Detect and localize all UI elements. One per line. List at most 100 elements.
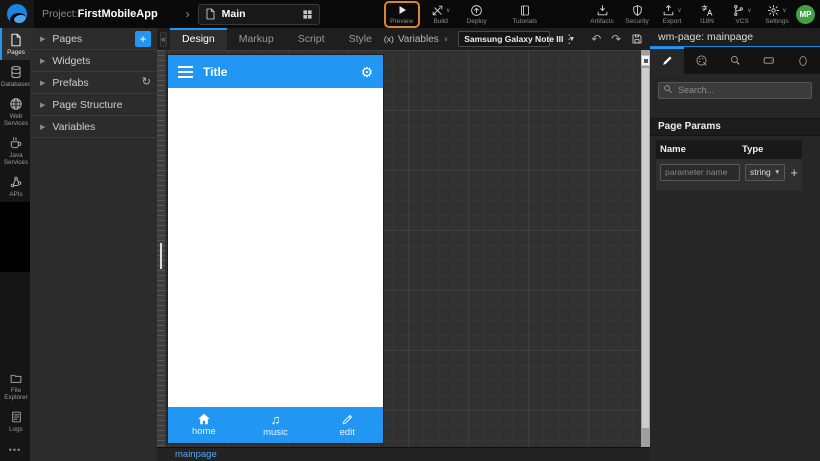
undo-button[interactable]: ↶	[586, 32, 606, 46]
collapse-left-panel-button[interactable]: «	[160, 31, 168, 47]
tab-outline[interactable]	[786, 47, 820, 74]
add-page-button[interactable]: +	[135, 30, 151, 47]
sidebar-item-databases[interactable]: Databases	[0, 60, 31, 92]
mobile-page-title[interactable]: Title	[203, 65, 360, 79]
properties-search	[650, 74, 820, 105]
add-parameter-button[interactable]: +	[790, 166, 798, 179]
tabbar-item-edit[interactable]: edit	[311, 407, 383, 443]
column-header-name: Name	[660, 143, 686, 155]
panel-section-prefabs[interactable]: ▶ Prefabs ↻	[30, 72, 157, 94]
pages-icon	[11, 33, 21, 47]
i18n-translate-icon	[701, 4, 713, 16]
sidebar-item-file-explorer[interactable]: File Explorer	[0, 367, 30, 405]
page-params-section-header: Page Params	[650, 117, 820, 136]
tab-script[interactable]: Script	[286, 28, 337, 50]
project-label: Project:	[42, 8, 78, 20]
sidebar-item-apis[interactable]: APIs	[0, 170, 30, 202]
panel-section-pages[interactable]: ▶ Pages +	[30, 28, 157, 50]
variables-dropdown[interactable]: (x) Variables ∨	[384, 34, 448, 45]
page-selector-value: Main	[221, 8, 246, 20]
tab-design[interactable]: Design	[170, 28, 227, 50]
triangle-right-icon: ▶	[40, 79, 46, 87]
panel-section-variables[interactable]: ▶ Variables	[30, 116, 157, 138]
scrollbar-top-button[interactable]	[641, 55, 650, 66]
sidebar-item-java-services[interactable]: Java Services	[0, 131, 30, 170]
panel-section-page-structure[interactable]: ▶ Page Structure	[30, 94, 157, 116]
page-file-icon	[206, 8, 215, 20]
settings-button[interactable]: ∨ Settings	[764, 4, 790, 25]
logs-document-icon	[11, 411, 21, 423]
panel-section-widgets[interactable]: ▶ Widgets	[30, 50, 157, 72]
tutorials-button[interactable]: Tutorials	[512, 4, 538, 25]
app-logo[interactable]	[0, 0, 34, 28]
deploy-button[interactable]: Deploy	[464, 4, 490, 25]
chevron-right-icon: ›	[185, 7, 190, 21]
tab-styles[interactable]	[684, 47, 718, 74]
mobile-tabbar-widget[interactable]: home ♫ music edit	[168, 407, 383, 443]
utility-group: Artifacts Security ∨ Export I18N ∨ VCS ∨…	[589, 4, 790, 25]
redo-button[interactable]: ↷	[606, 32, 626, 46]
build-tools-icon	[432, 5, 443, 15]
phone-mockup[interactable]: Title ⚙ home ♫ music edit	[168, 55, 383, 443]
chevron-down-icon: ∨	[782, 7, 787, 14]
tabbar-item-music[interactable]: ♫ music	[240, 407, 312, 443]
home-icon	[197, 413, 210, 425]
selected-widget-header: wm-page: mainpage	[650, 28, 820, 47]
tab-device[interactable]	[752, 47, 786, 74]
vcs-button[interactable]: ∨ VCS	[729, 4, 755, 25]
ruler-scrollbar-thumb[interactable]	[160, 243, 162, 269]
hamburger-menu-icon[interactable]	[178, 65, 193, 78]
tabbar-item-home[interactable]: home	[168, 407, 240, 443]
page-params-table: Name Type string ▼ +	[656, 139, 802, 190]
save-floppy-icon	[632, 34, 642, 44]
triangle-right-icon: ▶	[40, 123, 46, 131]
canvas-column: « Design Markup Script Style (x) Variabl…	[157, 28, 659, 461]
pencil-icon	[662, 56, 672, 65]
tutorials-book-icon	[520, 5, 529, 15]
column-header-type: Type	[742, 143, 764, 155]
tab-markup[interactable]: Markup	[227, 28, 286, 50]
sidebar-item-pages[interactable]: Pages	[0, 28, 30, 60]
search-icon	[663, 84, 673, 94]
page-selector[interactable]: Main	[197, 3, 320, 25]
build-button[interactable]: ∨ Build	[428, 4, 454, 25]
chevron-down-icon: ∨	[747, 7, 752, 14]
right-panel: wm-page: mainpage Search... Page Params …	[650, 28, 820, 461]
search-input[interactable]	[658, 81, 812, 99]
save-button[interactable]	[626, 33, 648, 45]
export-button[interactable]: ∨ Export	[659, 4, 685, 25]
design-canvas-grid[interactable]: Title ⚙ home ♫ music edit	[165, 50, 641, 447]
oval-outline-icon	[799, 55, 807, 66]
parameter-name-input[interactable]	[660, 163, 740, 181]
sidebar-item-logs[interactable]: Logs	[0, 405, 30, 437]
user-avatar[interactable]: MP	[796, 4, 815, 24]
artifacts-button[interactable]: Artifacts	[589, 4, 615, 25]
device-select[interactable]: Samsung Galaxy Note III ▼	[458, 31, 575, 47]
table-header-row: Name Type	[656, 139, 802, 159]
preview-button[interactable]: Preview	[389, 4, 415, 25]
security-button[interactable]: Security	[624, 4, 650, 25]
tab-style[interactable]: Style	[337, 28, 384, 50]
tab-advanced-search[interactable]	[718, 47, 752, 74]
mobile-navbar-widget[interactable]: Title ⚙	[168, 55, 383, 88]
tab-properties[interactable]	[650, 47, 684, 74]
sidebar-more-button[interactable]: •••	[0, 437, 30, 461]
parameter-type-select[interactable]: string ▼	[745, 163, 786, 181]
panel-gap	[650, 105, 820, 118]
scrollbar-thumb[interactable]	[642, 68, 649, 428]
kebab-menu-button[interactable]: ⋮	[558, 32, 580, 46]
canvas-body: Title ⚙ home ♫ music edit	[157, 50, 650, 447]
wavemaker-studio: Project:FirstMobileApp › Main Preview ∨ …	[0, 0, 820, 461]
i18n-button[interactable]: I18N	[694, 4, 720, 25]
music-note-icon: ♫	[270, 411, 281, 427]
chevron-down-icon: ∨	[443, 36, 449, 43]
refresh-icon[interactable]: ↻	[142, 77, 151, 88]
canvas-scrollbar[interactable]	[641, 50, 650, 447]
vertical-ruler	[157, 50, 165, 447]
mobile-page-content[interactable]	[168, 88, 383, 407]
caret-down-icon: ▼	[773, 168, 781, 176]
navbar-gear-icon[interactable]: ⚙	[360, 65, 373, 79]
chevron-down-icon: ∨	[445, 7, 451, 14]
open-page-tab-mainpage[interactable]: mainpage	[175, 449, 217, 460]
sidebar-item-web-services[interactable]: Web Services	[0, 92, 30, 131]
